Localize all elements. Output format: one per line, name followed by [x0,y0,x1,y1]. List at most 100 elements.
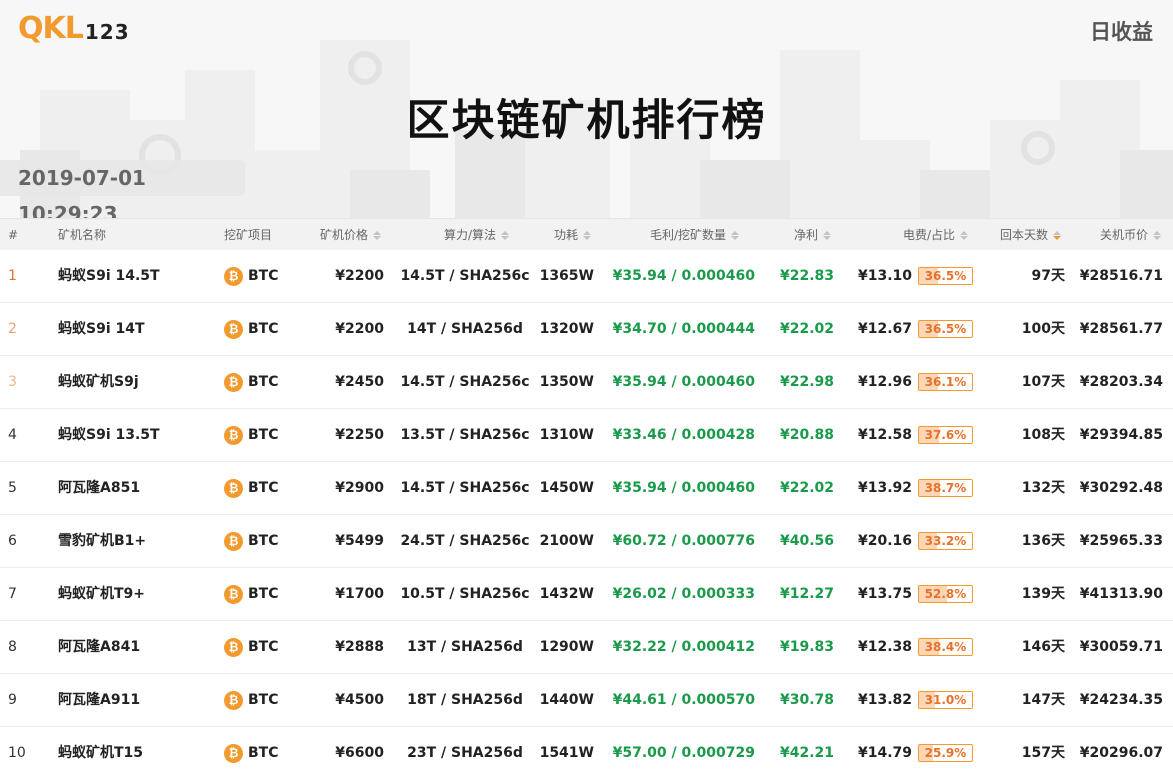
coin-label: BTC [248,480,279,496]
ratio-bar: 37.6% [918,426,973,444]
payback-days: 100天 [1021,321,1065,337]
table-row[interactable]: 3 蚂蚁矿机S9j ₿ BTC ¥2450 14.5T / SHA256c 1350W ¥35… [0,356,1173,409]
electricity-cost: ¥12.96 [857,374,912,390]
table-row[interactable]: 10 蚂蚁矿机T15 ₿ BTC ¥6600 23T / SHA256d 1541W ¥57.… [0,727,1173,773]
net-profit: ¥22.02 [779,480,834,496]
shutdown-price: ¥29394.85 [1079,427,1163,443]
sort-icon [501,230,510,240]
miner-name-link[interactable]: 阿瓦隆A841 [58,621,218,673]
miner-name-link[interactable]: 蚂蚁矿机T9+ [58,568,218,620]
ratio-label: 37.6% [924,428,967,442]
gross-profit-amount: ¥26.02 / 0.000333 [612,586,755,602]
table-row[interactable]: 1 蚂蚁S9i 14.5T ₿ BTC ¥2200 14.5T / SHA256c 1365… [0,250,1173,303]
daily-earnings-toggle[interactable]: 日收益 [1090,16,1153,46]
qkl123-logo[interactable]: QKL 123 [18,10,130,46]
bitcoin-icon: ₿ [224,743,243,763]
col-net-sort[interactable]: 净利 [794,219,832,251]
gross-profit-amount: ¥60.72 / 0.000776 [612,533,755,549]
coin-label: BTC [248,321,279,337]
electricity-cost: ¥13.92 [857,480,912,496]
table-row[interactable]: 2 蚂蚁S9i 14T ₿ BTC ¥2200 14T / SHA256d 1320W ¥34… [0,303,1173,356]
electricity-ratio: 36.1% [918,356,974,408]
table-row[interactable]: 5 阿瓦隆A851 ₿ BTC ¥2900 14.5T / SHA256c 1450W ¥35… [0,462,1173,515]
electricity-ratio: 36.5% [918,250,974,302]
payback-days: 132天 [1021,480,1065,496]
shutdown-price: ¥28516.71 [1079,268,1163,284]
payback-days: 136天 [1021,533,1065,549]
gross-profit-amount: ¥35.94 / 0.000460 [612,374,755,390]
ratio-label: 38.4% [924,640,967,654]
miner-price: ¥2450 [335,374,384,390]
electricity-ratio: 37.6% [918,409,974,461]
miner-name-link[interactable]: 蚂蚁矿机S9j [58,356,218,408]
table-row[interactable]: 7 蚂蚁矿机T9+ ₿ BTC ¥1700 10.5T / SHA256c 1432W ¥26… [0,568,1173,621]
power-consumption: 1365W [539,268,594,284]
miner-name-link[interactable]: 蚂蚁矿机T15 [58,727,218,773]
electricity-cost: ¥13.75 [857,586,912,602]
miner-name-link[interactable]: 阿瓦隆A851 [58,462,218,514]
ratio-bar: 36.5% [918,267,973,285]
rank-number: 1 [8,268,17,284]
coin-label: BTC [248,745,279,761]
power-consumption: 1432W [539,586,594,602]
rank-number: 3 [8,374,17,390]
ratio-bar: 33.2% [918,532,973,550]
miner-name-link[interactable]: 蚂蚁S9i 14T [58,303,218,355]
hashrate-algorithm: 13.5T / SHA256c [400,427,530,443]
power-consumption: 1440W [539,692,594,708]
hashrate-algorithm: 14.5T / SHA256c [400,480,530,496]
bitcoin-icon: ₿ [224,531,243,551]
ratio-label: 36.1% [924,375,967,389]
net-profit: ¥22.98 [779,374,834,390]
miner-name-link[interactable]: 蚂蚁S9i 14.5T [58,250,218,302]
hashrate-algorithm: 13T / SHA256d [407,639,523,655]
gross-profit-amount: ¥57.00 / 0.000729 [612,745,755,761]
net-profit: ¥40.56 [779,533,834,549]
miner-name-link[interactable]: 雪豹矿机B1+ [58,515,218,567]
ratio-bar: 36.5% [918,320,973,338]
ratio-label: 36.5% [924,269,967,283]
col-power-sort[interactable]: 功耗 [554,219,592,251]
miner-name-link[interactable]: 阿瓦隆A911 [58,674,218,726]
shutdown-price: ¥25965.33 [1079,533,1163,549]
col-hash-sort[interactable]: 算力/算法 [444,219,510,251]
electricity-ratio: 31.0% [918,674,974,726]
shutdown-price: ¥28561.77 [1079,321,1163,337]
power-consumption: 1310W [539,427,594,443]
rank-number: 9 [8,692,17,708]
col-days-sort[interactable]: 回本天数 [1000,219,1062,251]
table-row[interactable]: 9 阿瓦隆A911 ₿ BTC ¥4500 18T / SHA256d 1440W ¥44.6… [0,674,1173,727]
bitcoin-icon: ₿ [224,690,243,710]
sort-icon [583,230,592,240]
coin-label: BTC [248,586,279,602]
col-price-sort[interactable]: 矿机价格 [320,219,382,251]
col-profit-sort[interactable]: 毛利/挖矿数量 [650,219,740,251]
col-elec-sort[interactable]: 电费/占比 [903,219,969,251]
electricity-cost: ¥12.58 [857,427,912,443]
table-row[interactable]: 8 阿瓦隆A841 ₿ BTC ¥2888 13T / SHA256d 1290W ¥32.2… [0,621,1173,674]
hashrate-algorithm: 10.5T / SHA256c [400,586,530,602]
ratio-label: 36.5% [924,322,967,336]
rank-number: 6 [8,533,17,549]
page-title: 区块链矿机排行榜 [406,96,767,146]
bitcoin-icon: ₿ [224,637,243,657]
miner-price: ¥2900 [335,480,384,496]
electricity-cost: ¥12.38 [857,639,912,655]
ratio-label: 33.2% [924,534,967,548]
gross-profit-amount: ¥32.22 / 0.000412 [612,639,755,655]
shutdown-price: ¥20296.07 [1079,745,1163,761]
miner-price: ¥2888 [335,639,384,655]
miner-name-link[interactable]: 蚂蚁S9i 13.5T [58,409,218,461]
power-consumption: 1541W [539,745,594,761]
ratio-label: 52.8% [924,587,967,601]
table-row[interactable]: 6 雪豹矿机B1+ ₿ BTC ¥5499 24.5T / SHA256c 2100W ¥60… [0,515,1173,568]
gross-profit-amount: ¥33.46 / 0.000428 [612,427,755,443]
ratio-bar: 38.4% [918,638,973,656]
sort-icon [1153,230,1162,240]
power-consumption: 1290W [539,639,594,655]
col-shutdown-sort[interactable]: 关机币价 [1100,219,1162,251]
gross-profit-amount: ¥44.61 / 0.000570 [612,692,755,708]
ratio-bar: 31.0% [918,691,973,709]
table-row[interactable]: 4 蚂蚁S9i 13.5T ₿ BTC ¥2250 13.5T / SHA256c 1310… [0,409,1173,462]
electricity-ratio: 38.4% [918,621,974,673]
